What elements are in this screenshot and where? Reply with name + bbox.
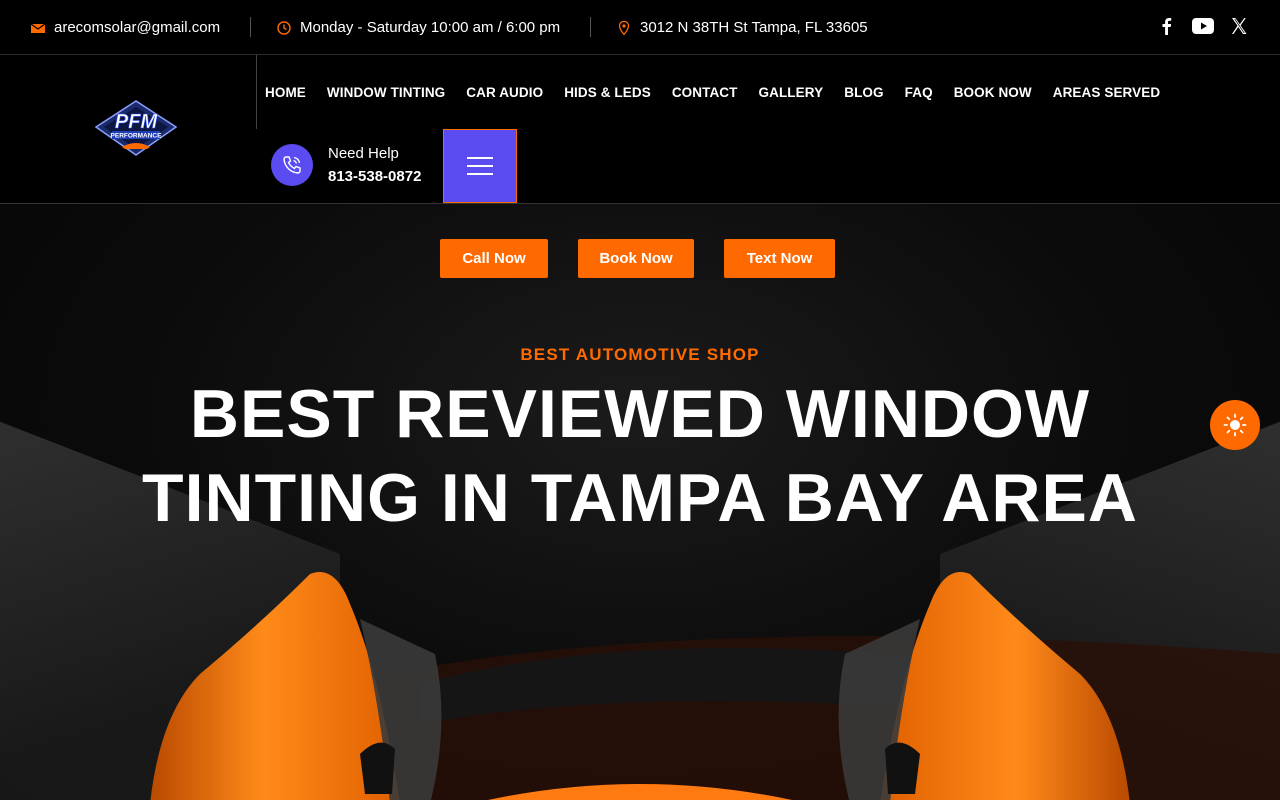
divider — [590, 17, 591, 37]
headline-line-1: BEST REVIEWED WINDOW — [189, 376, 1091, 452]
logo-subtext: PERFORMANCE — [111, 133, 163, 140]
header-divider — [256, 55, 257, 129]
nav-car-audio[interactable]: CAR AUDIO — [466, 85, 543, 100]
clock-icon — [276, 20, 292, 36]
logo-text: PFM — [115, 111, 159, 133]
divider — [250, 17, 251, 37]
hero-section: Call Now Book Now Text Now BEST AUTOMOTI… — [0, 204, 1280, 800]
nav-hids-leds[interactable]: HIDS & LEDS — [564, 85, 651, 100]
mail-icon — [30, 20, 46, 36]
email-info[interactable]: arecomsolar@gmail.com — [30, 0, 220, 55]
facebook-icon[interactable] — [1152, 12, 1180, 40]
hours-text: Monday - Saturday 10:00 am / 6:00 pm — [300, 19, 561, 36]
menu-line — [467, 157, 493, 159]
nav-faq[interactable]: FAQ — [905, 85, 933, 100]
hours-info: Monday - Saturday 10:00 am / 6:00 pm — [276, 0, 560, 55]
hamburger-menu-button[interactable] — [443, 129, 517, 203]
help-contact[interactable]: Need Help 813-538-0872 — [271, 144, 421, 186]
menu-line — [467, 173, 493, 175]
address-text: 3012 N 38TH St Tampa, FL 33605 — [640, 19, 868, 36]
hero-headline: BEST REVIEWED WINDOW TINTING IN TAMPA BA… — [0, 372, 1280, 540]
top-info-bar: arecomsolar@gmail.com Monday - Saturday … — [0, 0, 1280, 55]
text-now-button[interactable]: Text Now — [724, 239, 835, 278]
menu-line — [467, 165, 493, 167]
youtube-icon[interactable] — [1189, 12, 1217, 40]
nav-book-now[interactable]: BOOK NOW — [954, 85, 1032, 100]
help-phone[interactable]: 813-538-0872 — [328, 168, 421, 185]
nav-gallery[interactable]: GALLERY — [759, 85, 824, 100]
theme-toggle-button[interactable] — [1210, 400, 1260, 450]
nav-window-tinting[interactable]: WINDOW TINTING — [327, 85, 445, 100]
nav-blog[interactable]: BLOG — [844, 85, 883, 100]
main-nav: HOME WINDOW TINTING CAR AUDIO HIDS & LED… — [265, 77, 1181, 107]
headline-line-2: TINTING IN TAMPA BAY AREA — [142, 460, 1138, 536]
address-info[interactable]: 3012 N 38TH St Tampa, FL 33605 — [616, 0, 868, 55]
help-label: Need Help — [328, 145, 399, 162]
hero-kicker: BEST AUTOMOTIVE SHOP — [520, 345, 760, 364]
nav-areas-served[interactable]: AREAS SERVED — [1053, 85, 1160, 100]
email-text: arecomsolar@gmail.com — [54, 19, 221, 36]
site-logo[interactable]: PFM PERFORMANCE — [92, 99, 180, 157]
call-now-button[interactable]: Call Now — [440, 239, 548, 278]
sun-icon — [1223, 413, 1247, 437]
book-now-button[interactable]: Book Now — [578, 239, 694, 278]
nav-contact[interactable]: CONTACT — [672, 85, 738, 100]
site-header: PFM PERFORMANCE HOME WINDOW TINTING CAR … — [0, 55, 1280, 204]
phone-icon — [271, 144, 313, 186]
nav-home[interactable]: HOME — [265, 85, 306, 100]
location-pin-icon — [616, 20, 632, 36]
x-icon[interactable] — [1225, 12, 1253, 40]
cta-buttons: Call Now Book Now Text Now — [0, 239, 1280, 279]
car-image — [150, 572, 1280, 800]
